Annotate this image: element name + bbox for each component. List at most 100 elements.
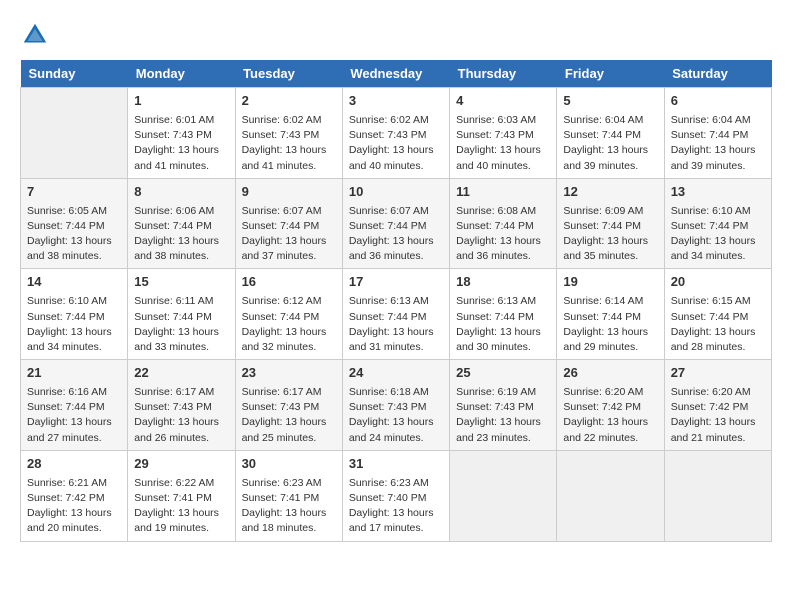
day-number: 5 xyxy=(563,92,657,111)
day-info: Sunrise: 6:07 AMSunset: 7:44 PMDaylight:… xyxy=(242,205,327,263)
day-info: Sunrise: 6:04 AMSunset: 7:44 PMDaylight:… xyxy=(563,114,648,172)
day-cell: 5 Sunrise: 6:04 AMSunset: 7:44 PMDaylight… xyxy=(557,88,664,179)
day-number: 1 xyxy=(134,92,228,111)
day-cell xyxy=(664,450,771,541)
day-number: 3 xyxy=(349,92,443,111)
day-number: 23 xyxy=(242,364,336,383)
day-number: 22 xyxy=(134,364,228,383)
day-number: 13 xyxy=(671,183,765,202)
day-cell: 15Sunrise: 6:11 AMSunset: 7:44 PMDayligh… xyxy=(128,269,235,360)
day-cell: 2 Sunrise: 6:02 AMSunset: 7:43 PMDaylight… xyxy=(235,88,342,179)
col-header-monday: Monday xyxy=(128,60,235,88)
day-cell: 17 Sunrise: 6:13 AMSunset: 7:44 PMDayligh… xyxy=(342,269,449,360)
day-number: 24 xyxy=(349,364,443,383)
col-header-tuesday: Tuesday xyxy=(235,60,342,88)
day-cell: 8 Sunrise: 6:06 AMSunset: 7:44 PMDaylight… xyxy=(128,178,235,269)
day-number: 10 xyxy=(349,183,443,202)
col-header-friday: Friday xyxy=(557,60,664,88)
day-info: Sunrise: 6:23 AMSunset: 7:40 PMDaylight:… xyxy=(349,477,434,535)
day-cell: 14 Sunrise: 6:10 AMSunset: 7:44 PMDayligh… xyxy=(21,269,128,360)
day-cell: 6 Sunrise: 6:04 AMSunset: 7:44 PMDaylight… xyxy=(664,88,771,179)
day-cell: 18Sunrise: 6:13 AMSunset: 7:44 PMDayligh… xyxy=(450,269,557,360)
day-info: Sunrise: 6:14 AMSunset: 7:44 PMDaylight:… xyxy=(563,295,648,353)
day-cell: 3Sunrise: 6:02 AMSunset: 7:43 PMDaylight… xyxy=(342,88,449,179)
day-number: 9 xyxy=(242,183,336,202)
day-info: Sunrise: 6:15 AMSunset: 7:44 PMDaylight:… xyxy=(671,295,756,353)
day-number: 4 xyxy=(456,92,550,111)
day-cell: 25 Sunrise: 6:19 AMSunset: 7:43 PMDayligh… xyxy=(450,360,557,451)
week-row-5: 28Sunrise: 6:21 AMSunset: 7:42 PMDayligh… xyxy=(21,450,772,541)
calendar-table: SundayMondayTuesdayWednesdayThursdayFrid… xyxy=(20,60,772,542)
day-info: Sunrise: 6:09 AMSunset: 7:44 PMDaylight:… xyxy=(563,205,648,263)
day-cell: 30Sunrise: 6:23 AMSunset: 7:41 PMDayligh… xyxy=(235,450,342,541)
day-info: Sunrise: 6:04 AMSunset: 7:44 PMDaylight:… xyxy=(671,114,756,172)
calendar-body: 1 Sunrise: 6:01 AMSunset: 7:43 PMDaylight… xyxy=(21,88,772,542)
day-number: 30 xyxy=(242,455,336,474)
day-cell: 10 Sunrise: 6:07 AMSunset: 7:44 PMDayligh… xyxy=(342,178,449,269)
day-info: Sunrise: 6:01 AMSunset: 7:43 PMDaylight:… xyxy=(134,114,219,172)
day-number: 8 xyxy=(134,183,228,202)
logo-icon xyxy=(20,20,50,50)
day-info: Sunrise: 6:20 AMSunset: 7:42 PMDaylight:… xyxy=(671,386,756,444)
day-info: Sunrise: 6:16 AMSunset: 7:44 PMDaylight:… xyxy=(27,386,112,444)
day-cell: 12 Sunrise: 6:09 AMSunset: 7:44 PMDayligh… xyxy=(557,178,664,269)
day-cell: 23 Sunrise: 6:17 AMSunset: 7:43 PMDayligh… xyxy=(235,360,342,451)
week-row-1: 1 Sunrise: 6:01 AMSunset: 7:43 PMDaylight… xyxy=(21,88,772,179)
day-info: Sunrise: 6:02 AMSunset: 7:43 PMDaylight:… xyxy=(242,114,327,172)
day-cell: 1 Sunrise: 6:01 AMSunset: 7:43 PMDaylight… xyxy=(128,88,235,179)
day-number: 6 xyxy=(671,92,765,111)
day-info: Sunrise: 6:11 AMSunset: 7:44 PMDaylight:… xyxy=(134,295,219,353)
day-info: Sunrise: 6:10 AMSunset: 7:44 PMDaylight:… xyxy=(671,205,756,263)
day-cell xyxy=(21,88,128,179)
day-number: 25 xyxy=(456,364,550,383)
day-cell: 22Sunrise: 6:17 AMSunset: 7:43 PMDayligh… xyxy=(128,360,235,451)
day-number: 16 xyxy=(242,273,336,292)
day-number: 17 xyxy=(349,273,443,292)
day-info: Sunrise: 6:17 AMSunset: 7:43 PMDaylight:… xyxy=(242,386,327,444)
col-header-sunday: Sunday xyxy=(21,60,128,88)
day-info: Sunrise: 6:06 AMSunset: 7:44 PMDaylight:… xyxy=(134,205,219,263)
day-cell xyxy=(450,450,557,541)
day-number: 7 xyxy=(27,183,121,202)
col-header-saturday: Saturday xyxy=(664,60,771,88)
day-number: 2 xyxy=(242,92,336,111)
day-info: Sunrise: 6:13 AMSunset: 7:44 PMDaylight:… xyxy=(349,295,434,353)
week-row-4: 21 Sunrise: 6:16 AMSunset: 7:44 PMDayligh… xyxy=(21,360,772,451)
day-number: 21 xyxy=(27,364,121,383)
col-header-thursday: Thursday xyxy=(450,60,557,88)
day-cell: 13 Sunrise: 6:10 AMSunset: 7:44 PMDayligh… xyxy=(664,178,771,269)
day-cell: 16 Sunrise: 6:12 AMSunset: 7:44 PMDayligh… xyxy=(235,269,342,360)
week-row-2: 7Sunrise: 6:05 AMSunset: 7:44 PMDaylight… xyxy=(21,178,772,269)
day-info: Sunrise: 6:12 AMSunset: 7:44 PMDaylight:… xyxy=(242,295,327,353)
day-number: 29 xyxy=(134,455,228,474)
day-number: 31 xyxy=(349,455,443,474)
day-info: Sunrise: 6:10 AMSunset: 7:44 PMDaylight:… xyxy=(27,295,112,353)
day-cell: 9 Sunrise: 6:07 AMSunset: 7:44 PMDaylight… xyxy=(235,178,342,269)
day-info: Sunrise: 6:08 AMSunset: 7:44 PMDaylight:… xyxy=(456,205,541,263)
day-info: Sunrise: 6:07 AMSunset: 7:44 PMDaylight:… xyxy=(349,205,434,263)
week-row-3: 14 Sunrise: 6:10 AMSunset: 7:44 PMDayligh… xyxy=(21,269,772,360)
day-number: 20 xyxy=(671,273,765,292)
day-number: 14 xyxy=(27,273,121,292)
day-number: 11 xyxy=(456,183,550,202)
day-info: Sunrise: 6:19 AMSunset: 7:43 PMDaylight:… xyxy=(456,386,541,444)
day-cell: 24Sunrise: 6:18 AMSunset: 7:43 PMDayligh… xyxy=(342,360,449,451)
day-cell: 11 Sunrise: 6:08 AMSunset: 7:44 PMDayligh… xyxy=(450,178,557,269)
day-cell: 7Sunrise: 6:05 AMSunset: 7:44 PMDaylight… xyxy=(21,178,128,269)
day-cell: 27Sunrise: 6:20 AMSunset: 7:42 PMDayligh… xyxy=(664,360,771,451)
page-header xyxy=(20,20,772,50)
day-number: 12 xyxy=(563,183,657,202)
day-cell: 4 Sunrise: 6:03 AMSunset: 7:43 PMDaylight… xyxy=(450,88,557,179)
day-info: Sunrise: 6:03 AMSunset: 7:43 PMDaylight:… xyxy=(456,114,541,172)
calendar-header-row: SundayMondayTuesdayWednesdayThursdayFrid… xyxy=(21,60,772,88)
col-header-wednesday: Wednesday xyxy=(342,60,449,88)
day-cell: 19 Sunrise: 6:14 AMSunset: 7:44 PMDayligh… xyxy=(557,269,664,360)
day-number: 19 xyxy=(563,273,657,292)
day-cell xyxy=(557,450,664,541)
day-cell: 29Sunrise: 6:22 AMSunset: 7:41 PMDayligh… xyxy=(128,450,235,541)
day-cell: 20 Sunrise: 6:15 AMSunset: 7:44 PMDayligh… xyxy=(664,269,771,360)
day-cell: 21 Sunrise: 6:16 AMSunset: 7:44 PMDayligh… xyxy=(21,360,128,451)
day-info: Sunrise: 6:20 AMSunset: 7:42 PMDaylight:… xyxy=(563,386,648,444)
day-number: 28 xyxy=(27,455,121,474)
logo xyxy=(20,20,54,50)
